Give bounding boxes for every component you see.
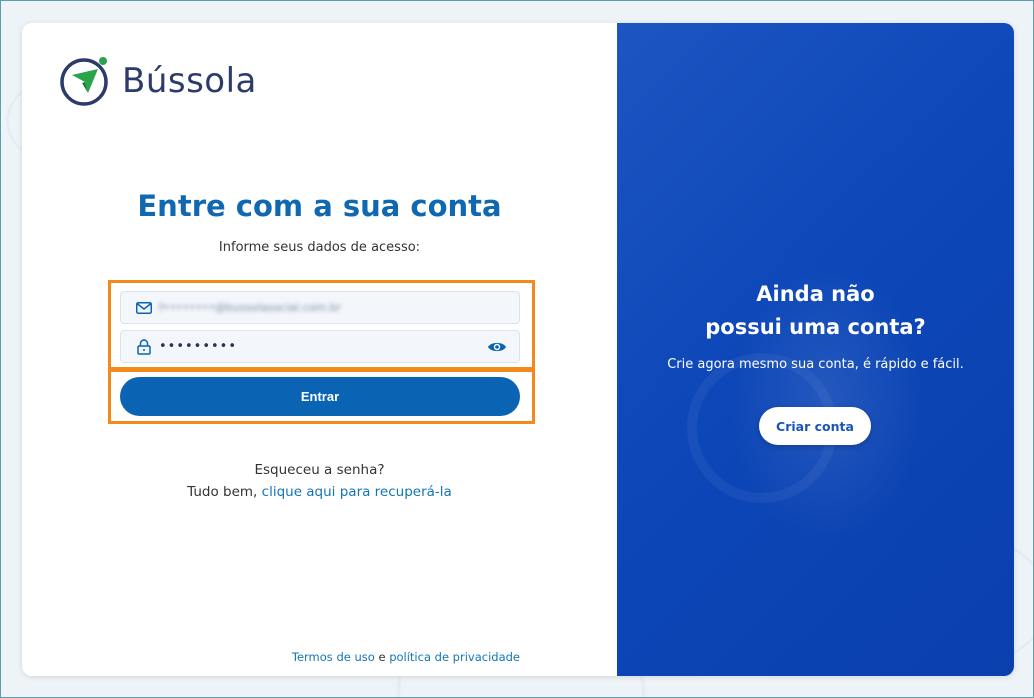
forgot-prefix: Tudo bem, [187, 484, 262, 500]
brand-logo: Bússola [58, 53, 257, 109]
eye-icon[interactable] [487, 338, 507, 356]
terms-link[interactable]: Termos de uso [292, 650, 375, 664]
signup-panel: Ainda não possui uma conta? Crie agora m… [617, 23, 1014, 676]
signup-title: Ainda não possui uma conta? [617, 278, 1014, 344]
compass-logo-icon [60, 57, 108, 106]
forgot-question: Esqueceu a senha? [254, 462, 385, 478]
signup-subtitle: Crie agora mesmo sua conta, é rápido e f… [667, 357, 964, 372]
signup-title-line2: possui uma conta? [705, 315, 926, 339]
envelope-icon [135, 299, 153, 317]
create-account-button[interactable]: Criar conta [759, 407, 871, 445]
login-card: Bússola Entre com a sua conta Informe se… [22, 23, 1014, 676]
login-button[interactable]: Entrar [120, 377, 520, 416]
recover-password-link[interactable]: clique aqui para recuperá-la [262, 484, 452, 500]
page-title: Entre com a sua conta [137, 189, 502, 223]
password-field[interactable]: ••••••••• [120, 330, 520, 363]
signup-title-line1: Ainda não [756, 282, 875, 306]
password-value: ••••••••• [159, 339, 238, 354]
forgot-password: Esqueceu a senha? Tudo bem, clique aqui … [22, 459, 617, 503]
lock-icon [135, 338, 153, 356]
privacy-link[interactable]: política de privacidade [389, 650, 520, 664]
brand-name: Bússola [122, 61, 257, 101]
page-subtitle: Informe seus dados de acesso: [218, 240, 421, 255]
footer-conjunction: e [374, 650, 390, 664]
forgot-line: Tudo bem, clique aqui para recuperá-la [22, 481, 617, 503]
footer-links: Termos de uso e política de privacidade [292, 650, 520, 664]
login-panel: Bússola Entre com a sua conta Informe se… [22, 23, 617, 676]
email-value: f••••••••@bussolasocial.com.br [159, 301, 342, 314]
email-field[interactable]: f••••••••@bussolasocial.com.br [120, 291, 520, 324]
